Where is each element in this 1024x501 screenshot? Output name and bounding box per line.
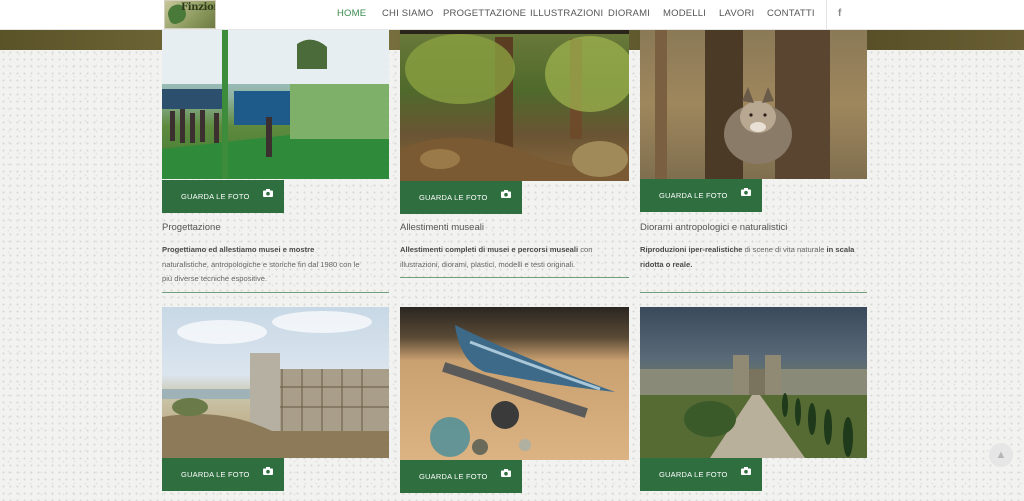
card-image-fish-model[interactable] xyxy=(400,307,629,460)
card-text-bold: Progettiamo ed allestiamo musei e mostre xyxy=(162,245,315,254)
camera-icon xyxy=(741,188,751,196)
scroll-top-button[interactable]: ▲ xyxy=(989,443,1013,467)
card-image-progettazione[interactable] xyxy=(162,29,389,179)
top-navigation: Finzioni HOME CHI SIAMO PROGETTAZIONE IL… xyxy=(0,0,1024,30)
camera-icon xyxy=(263,467,273,475)
card-text-mid: di scene di vita naturale xyxy=(742,245,827,254)
card-divider xyxy=(400,277,629,278)
museum-installation-illustration xyxy=(162,29,389,179)
nav-home[interactable]: HOME xyxy=(337,8,366,19)
nav-lavori[interactable]: LAVORI xyxy=(719,8,754,19)
castle-render-illustration xyxy=(640,355,867,458)
card-image-castle-illustration[interactable] xyxy=(162,307,389,458)
card-title-allestimenti: Allestimenti museali xyxy=(400,222,484,233)
castle-illustration xyxy=(162,311,389,458)
camera-icon xyxy=(741,467,751,475)
card-image-castle-render[interactable] xyxy=(640,307,867,458)
nav-contatti[interactable]: CONTATTI xyxy=(767,8,815,19)
card-text-bold: Allestimenti completi di musei e percors… xyxy=(400,245,579,254)
arrow-up-icon: ▲ xyxy=(995,449,1007,461)
guarda-foto-button-5[interactable]: GUARDA LE FOTO xyxy=(400,460,522,493)
guarda-foto-button-2[interactable]: GUARDA LE FOTO xyxy=(400,181,522,214)
logo-text: Finzioni xyxy=(181,2,215,13)
wolf-diorama-illustration xyxy=(640,29,867,179)
nav-illustrazioni[interactable]: ILLUSTRAZIONI xyxy=(530,8,603,19)
card-image-allestimenti[interactable] xyxy=(400,29,629,181)
guarda-foto-button-4[interactable]: GUARDA LE FOTO xyxy=(162,458,284,491)
card-text-bold: Riproduzioni iper-realistiche xyxy=(640,245,743,254)
card-text-rest: naturalistiche, antropologiche e storich… xyxy=(162,259,360,284)
card-divider xyxy=(162,292,389,293)
nav-progettazione[interactable]: PROGETTAZIONE xyxy=(443,8,526,19)
forest-diorama-illustration xyxy=(400,29,629,181)
card-text-allestimenti: Allestimenti completi di musei e percors… xyxy=(400,243,606,272)
guarda-foto-button-1[interactable]: GUARDA LE FOTO xyxy=(162,180,284,213)
guarda-foto-button-6[interactable]: GUARDA LE FOTO xyxy=(640,458,762,491)
card-text-diorami: Riproduzioni iper-realistiche di scene d… xyxy=(640,243,862,272)
nav-divider xyxy=(826,0,827,29)
camera-icon xyxy=(501,469,511,477)
nav-modelli[interactable]: MODELLI xyxy=(663,8,706,19)
guarda-foto-button-3[interactable]: GUARDA LE FOTO xyxy=(640,179,762,212)
facebook-icon[interactable]: f xyxy=(838,8,841,19)
nav-diorami[interactable]: DIORAMI xyxy=(608,8,650,19)
fish-model-illustration xyxy=(430,325,615,457)
card-divider xyxy=(640,292,867,293)
card-title-progettazione: Progettazione xyxy=(162,222,221,233)
card-image-diorami[interactable] xyxy=(640,29,867,179)
card-text-progettazione: Progettiamo ed allestiamo musei e mostre… xyxy=(162,243,362,287)
nav-chi-siamo[interactable]: CHI SIAMO xyxy=(382,8,433,19)
site-logo[interactable]: Finzioni xyxy=(164,0,216,29)
card-title-diorami: Diorami antropologici e naturalistici xyxy=(640,222,788,233)
camera-icon xyxy=(263,189,273,197)
camera-icon xyxy=(501,190,511,198)
